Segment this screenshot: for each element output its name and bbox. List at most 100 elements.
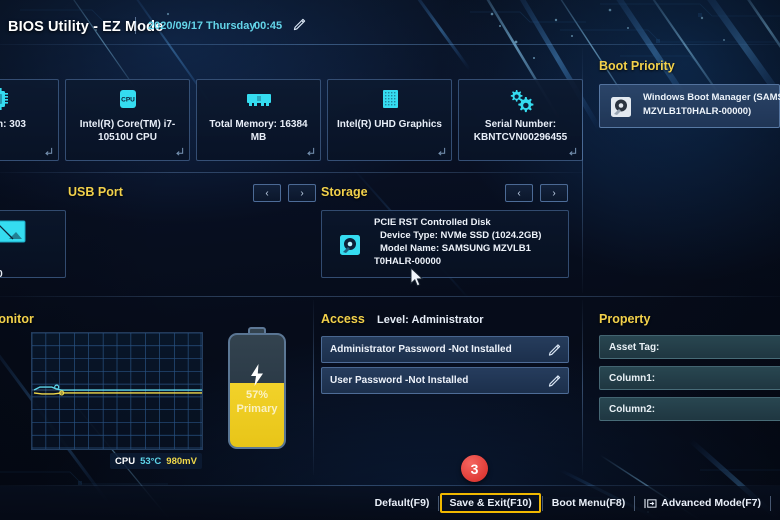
header-rule (0, 44, 780, 45)
cpu-readout-badge: CPU 53°C 980mV (110, 453, 202, 469)
divider-vertical-access (313, 300, 314, 475)
hdd-icon (611, 97, 631, 117)
storage-device-card[interactable]: PCIE RST Controlled Disk Device Type: NV… (321, 210, 569, 278)
toolbar-separator (541, 495, 543, 511)
monitor-chart[interactable]: CPU 53°C 980mV (31, 332, 203, 469)
cpu-temperature: 53°C (140, 455, 162, 467)
divider-vertical-bottom (582, 300, 583, 475)
administrator-password-row[interactable]: Administrator Password -Not Installed (321, 336, 569, 363)
divider-horizontal-mid (0, 296, 780, 297)
panel-switch-icon (644, 498, 657, 508)
lightning-bolt-icon (251, 364, 263, 386)
monitor-chart-canvas (32, 333, 202, 449)
monitor-title: Monitor (0, 312, 34, 326)
usb-next-button[interactable]: › (288, 184, 316, 202)
user-password-row[interactable]: User Password -Not Installed (321, 367, 569, 394)
header-time: 00:45 (254, 20, 283, 32)
step-marker-badge: 3 (461, 455, 488, 482)
battery-percent: 57% (245, 389, 269, 401)
memory-icon (246, 94, 271, 106)
access-panel: Access Level: Administrator Administrato… (315, 305, 575, 465)
bios-ez-mode-screen: BIOS Utility - EZ Mode 2020/09/17 Thursd… (0, 0, 780, 520)
toolbar-separator (438, 495, 440, 511)
property-row-asset-tag[interactable]: Asset Tag: (599, 335, 780, 359)
default-button[interactable]: Default(F9) (367, 493, 438, 513)
expand-arrow-icon[interactable] (568, 147, 577, 156)
page-title: BIOS Utility - EZ Mode (8, 19, 164, 35)
property-row-label: Column2: (609, 404, 656, 415)
boot-priority-title: Boot Priority (599, 59, 675, 73)
cpu-voltage: 980mV (166, 455, 197, 467)
boot-priority-panel: Boot Priority Windows Boot Manager (SAMS… (585, 52, 780, 172)
access-level: Level: Administrator (377, 314, 484, 326)
mid-section: USB Port ‹ › 0*1080 Storage ‹ › PCIE RST… (0, 178, 780, 290)
graphics-icon (382, 90, 398, 108)
advanced-mode-label: Advanced Mode(F7) (661, 497, 761, 509)
toolbar-separator (634, 495, 636, 511)
boot-menu-button[interactable]: Boot Menu(F8) (544, 493, 634, 513)
storage-line1: PCIE RST Controlled Disk (374, 217, 491, 228)
property-row-column2[interactable]: Column2: (599, 397, 780, 421)
property-row-label: Column1: (609, 373, 656, 384)
boot-menu-label: Boot Menu(F8) (551, 497, 626, 509)
mouse-cursor (410, 267, 424, 287)
advanced-mode-button[interactable]: Advanced Mode(F7) (636, 493, 769, 513)
default-button-label: Default(F9) (374, 497, 430, 509)
info-card-label: Serial Number: KBNTCVN00296455 (473, 119, 568, 143)
expand-arrow-icon[interactable] (437, 147, 446, 156)
administrator-password-label: Administrator Password -Not Installed (330, 344, 512, 355)
storage-prev-button[interactable]: ‹ (505, 184, 533, 202)
hdd-icon (340, 235, 360, 255)
storage-line2: Device Type: NVMe SSD (1024.2GB) (380, 230, 542, 241)
bottom-toolbar: Default(F9) Save & Exit(F10) Boot Menu(F… (0, 486, 780, 520)
usb-device-card[interactable]: 0*1080 (0, 210, 66, 280)
storage-line4: T0HALR-00000 (374, 256, 442, 267)
info-card-graphics[interactable]: Intel(R) UHD Graphics (327, 79, 452, 161)
access-title: Access (321, 312, 365, 326)
storage-next-button[interactable]: › (540, 184, 568, 202)
toolbar-separator (770, 495, 771, 511)
battery-indicator[interactable]: 57% Primary (228, 327, 286, 449)
expand-arrow-icon[interactable] (44, 147, 53, 156)
info-card-memory[interactable]: Total Memory: 16384 MB (196, 79, 321, 161)
chip-icon (0, 88, 8, 110)
info-card-label: Intel(R) UHD Graphics (336, 119, 442, 130)
property-title: Property (599, 312, 651, 326)
pencil-icon[interactable] (547, 374, 561, 389)
property-panel: Property Asset Tag: Column1: Column2: (585, 305, 780, 465)
battery-type: Primary (236, 403, 278, 415)
usb-prev-button[interactable]: ‹ (253, 184, 281, 202)
boot-priority-item[interactable]: Windows Boot Manager (SAMSUN MZVLB1T0HAL… (599, 84, 780, 128)
monitor-panel: Monitor (0, 305, 215, 469)
boot-item-line1: Windows Boot Manager (SAMSUN (643, 92, 780, 103)
usb-port-title: USB Port (68, 185, 123, 199)
info-card-label: Intel(R) Core(TM) i7-10510U CPU (79, 119, 176, 143)
expand-arrow-icon[interactable] (306, 147, 315, 156)
info-card-label: Version: 303 (0, 119, 26, 130)
display-icon (0, 220, 26, 243)
header-divider (135, 17, 136, 34)
header-bar: BIOS Utility - EZ Mode 2020/09/17 Thursd… (0, 0, 780, 44)
bottom-toolbar-items: Default(F9) Save & Exit(F10) Boot Menu(F… (367, 486, 772, 520)
cpu-icon: CPU (119, 90, 136, 108)
cpu-label: CPU (115, 455, 136, 467)
user-password-label: User Password -Not Installed (330, 375, 469, 386)
info-card-label: Total Memory: 16384 MB (209, 119, 308, 143)
pencil-icon[interactable] (292, 17, 306, 33)
svg-text:CPU: CPU (121, 97, 135, 104)
info-card-serial-number[interactable]: Serial Number: KBNTCVN00296455 (458, 79, 583, 161)
header-date: 2020/09/17 (148, 20, 204, 32)
boot-item-line2: MZVLB1T0HALR-00000) (643, 106, 752, 117)
storage-line3: Model Name: SAMSUNG MZVLB1 (380, 243, 531, 254)
property-row-column1[interactable]: Column1: (599, 366, 780, 390)
expand-arrow-icon[interactable] (175, 147, 184, 156)
divider-horizontal-upper (0, 172, 582, 173)
gears-icon (510, 90, 533, 113)
property-row-label: Asset Tag: (609, 342, 660, 353)
info-card-cpu[interactable]: CPU Intel(R) Core(TM) i7-10510U CPU (65, 79, 190, 161)
storage-title: Storage (321, 185, 368, 199)
save-and-exit-label: Save & Exit(F10) (449, 497, 532, 509)
pencil-icon[interactable] (547, 343, 561, 358)
save-and-exit-button[interactable]: Save & Exit(F10) (440, 493, 541, 513)
info-card-bios-version[interactable]: Version: 303 (0, 79, 59, 161)
